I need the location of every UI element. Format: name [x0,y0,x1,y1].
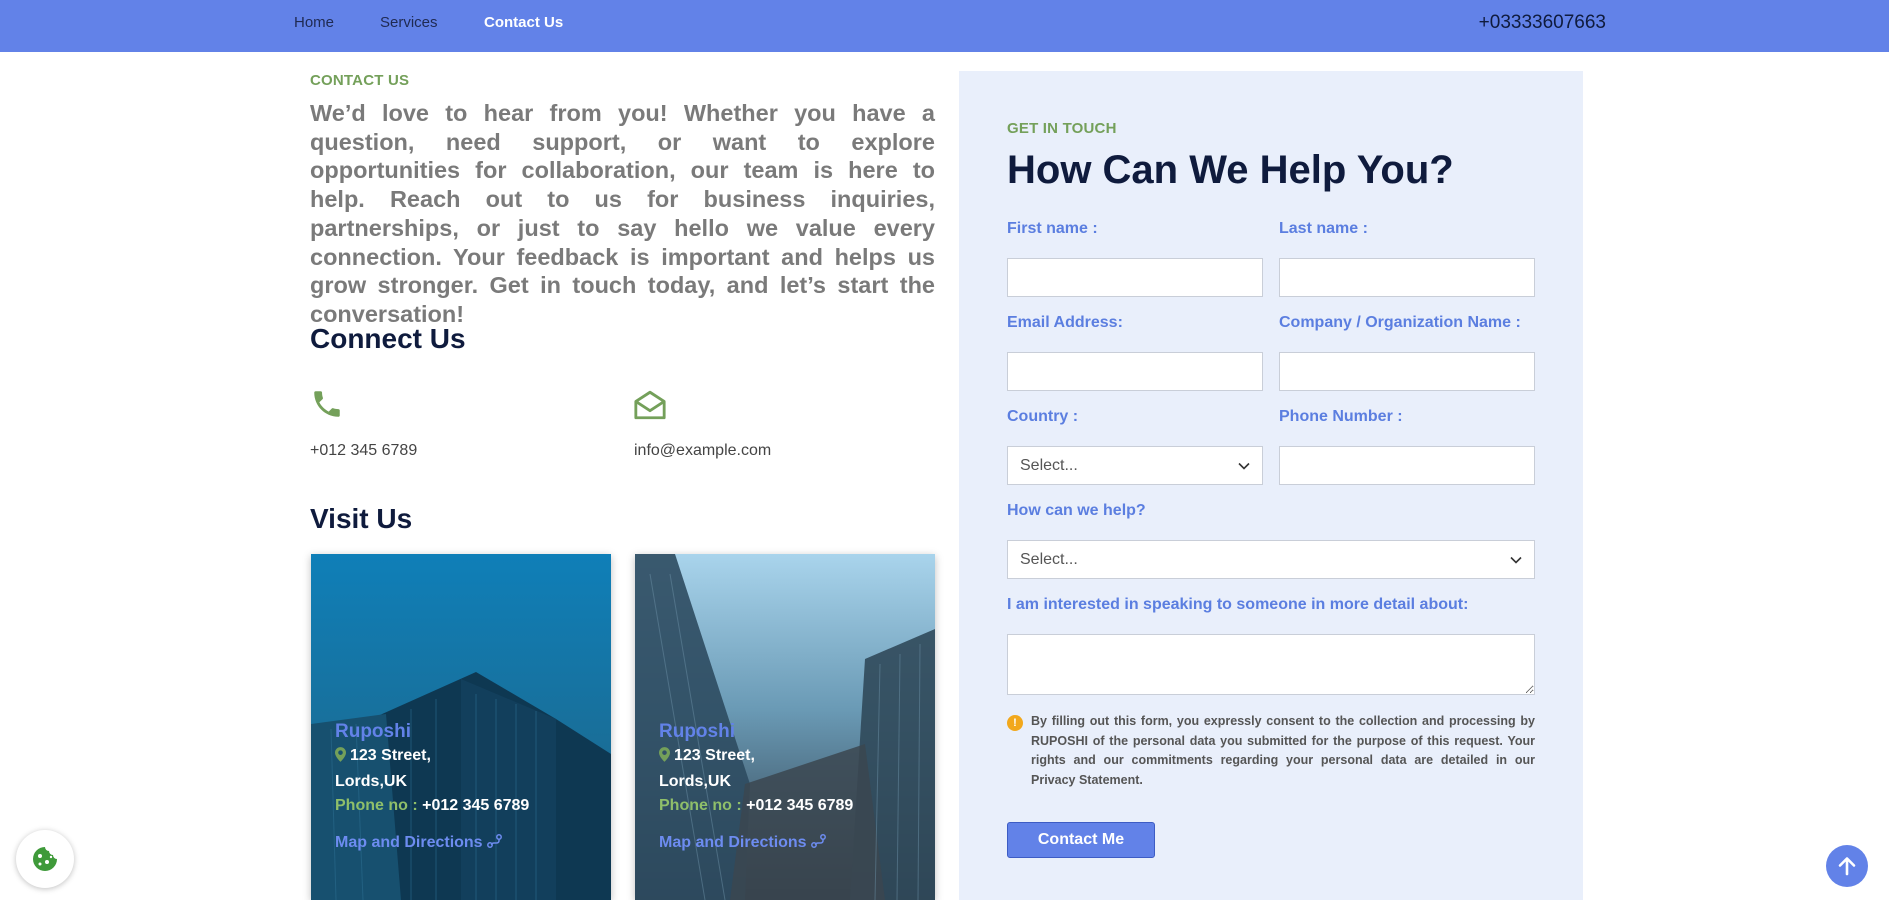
email-input[interactable] [1007,352,1263,391]
connect-email-text[interactable]: info@example.com [634,442,771,460]
location-city: Lords,UK [659,773,731,790]
location-card-body: Ruposhi 123 Street, Lords,UK Phone no : … [335,720,595,852]
nav-contact-link[interactable]: Contact Us [484,14,563,31]
chevron-down-icon [1510,556,1522,564]
scroll-to-top-button[interactable] [1826,845,1868,887]
phone-number-label: Phone Number : [1279,408,1403,425]
envelope-open-icon [633,387,667,428]
map-pin-icon [335,746,346,770]
form-eyebrow: GET IN TOUCH [1007,120,1117,137]
first-name-label: First name : [1007,220,1098,237]
top-navbar: Home Services Contact Us +03333607663 [0,0,1889,52]
phone-number-input[interactable] [1279,446,1535,485]
help-select[interactable]: Select... [1007,540,1535,579]
last-name-label: Last name : [1279,220,1368,237]
contact-eyebrow: CONTACT US [310,72,410,89]
location-street: 123 Street, [335,744,595,770]
cookie-settings-button[interactable] [16,830,74,888]
location-phone: Phone no : +012 345 6789 [335,797,530,814]
phone-icon [310,386,344,427]
location-card: Ruposhi 123 Street, Lords,UK Phone no : … [311,554,611,900]
location-name: Ruposhi [659,721,735,742]
connect-phone-text[interactable]: +012 345 6789 [310,442,417,460]
map-pin-icon [659,746,670,770]
location-phone: Phone no : +012 345 6789 [659,797,854,814]
map-directions-link[interactable]: Map and Directions [335,834,595,852]
form-title: How Can We Help You? [1007,148,1454,192]
email-label: Email Address: [1007,314,1123,331]
first-name-input[interactable] [1007,258,1263,297]
location-name: Ruposhi [335,721,411,742]
cookie-icon [33,847,57,871]
warning-icon: ! [1007,715,1023,731]
help-label: How can we help? [1007,502,1146,519]
location-card-body: Ruposhi 123 Street, Lords,UK Phone no : … [659,720,919,852]
help-select-value: Select... [1020,550,1078,568]
country-select-value: Select... [1020,456,1078,474]
nav-home-link[interactable]: Home [294,14,334,31]
location-card: Ruposhi 123 Street, Lords,UK Phone no : … [635,554,935,900]
country-label: Country : [1007,408,1079,425]
connect-title: Connect Us [310,323,466,354]
intro-paragraph: We’d love to hear from you! Whether you … [310,100,935,327]
route-icon [487,834,503,851]
location-street: 123 Street, [659,744,919,770]
last-name-input[interactable] [1279,258,1535,297]
chevron-down-icon [1238,462,1250,470]
visit-title: Visit Us [310,503,413,534]
map-directions-link[interactable]: Map and Directions [659,834,919,852]
country-select[interactable]: Select... [1007,446,1263,485]
privacy-notice: By filling out this form, you expressly … [1031,714,1535,787]
nav-phone-number[interactable]: +03333607663 [1479,12,1606,34]
detail-label: I am interested in speaking to someone i… [1007,596,1469,613]
company-input[interactable] [1279,352,1535,391]
route-icon [811,834,827,851]
location-city: Lords,UK [335,773,407,790]
arrow-up-icon [1838,857,1856,876]
nav-services-link[interactable]: Services [380,14,438,31]
detail-textarea[interactable] [1007,634,1535,695]
company-label: Company / Organization Name : [1279,314,1521,331]
contact-me-button[interactable]: Contact Me [1007,822,1155,858]
